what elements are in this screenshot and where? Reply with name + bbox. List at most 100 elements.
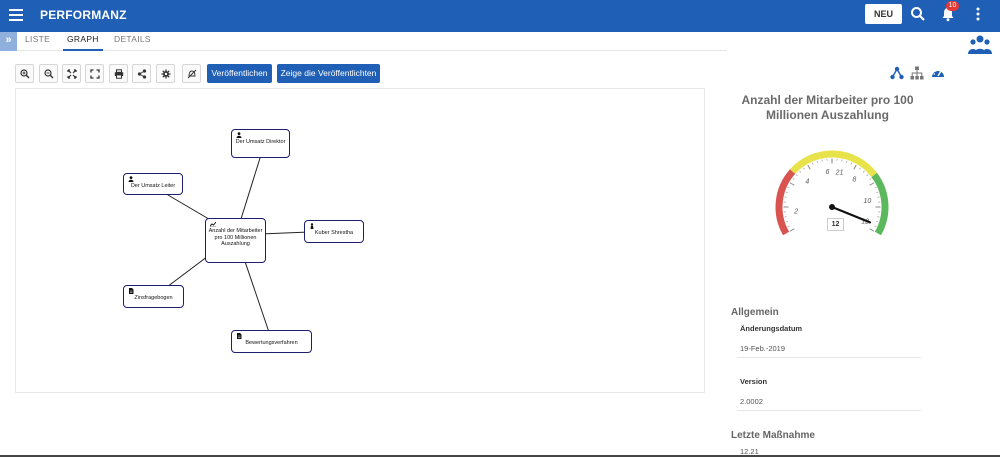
share-icon [137, 69, 147, 79]
new-button[interactable]: NEU [865, 4, 902, 24]
node-label: Anzahl der Mitarbeiter pro 100 Millionen… [208, 228, 263, 247]
hide-icon [187, 69, 197, 79]
hierarchy-view-icon[interactable] [910, 66, 924, 80]
tab-graph[interactable]: GRAPH [63, 34, 103, 51]
gauge-value: 12 [827, 218, 844, 231]
gauge-band-yellow [790, 150, 878, 178]
app-title: PERFORMANZ [40, 8, 127, 22]
gauge-tick [859, 167, 861, 170]
gauge-tick [807, 164, 811, 170]
fullscreen-icon [90, 69, 100, 79]
node-label: Der Umsatz Direktor [235, 139, 286, 145]
network-view-icon[interactable] [890, 66, 904, 80]
view-tabs: LISTE GRAPH DETAILS [17, 32, 727, 51]
gauge-tick [787, 225, 790, 228]
tab-liste[interactable]: LISTE [21, 34, 54, 48]
settings-icon [161, 69, 171, 79]
gauge-view-icon[interactable] [931, 66, 945, 80]
gauge-tick-label: 8 [852, 176, 856, 183]
fit-icon [67, 69, 77, 79]
search-icon[interactable] [910, 6, 926, 22]
gauge-tick [866, 174, 869, 177]
gauge-tick-label: 6 [826, 169, 830, 176]
gauge-tick [876, 221, 879, 223]
version-value: 2.0002 [740, 397, 763, 406]
graph-canvas[interactable]: Der Umsatz Direktor Der Umsatz Leiter An… [15, 88, 705, 393]
gauge-tick [850, 162, 853, 165]
tab-details[interactable]: DETAILS [110, 34, 155, 48]
zoom-out-icon [44, 69, 54, 79]
change-date-label: Änderungsdatum [740, 324, 803, 333]
top-bar: PERFORMANZ NEU 10 [0, 0, 1000, 32]
notification-count-badge: 10 [946, 1, 959, 11]
gauge-tick [795, 174, 798, 177]
more-vertical-icon[interactable] [970, 6, 986, 22]
kpi-gauge: 2 4 6 21 8 10 12 [775, 150, 889, 236]
gauge-tick-label: 4 [805, 178, 809, 185]
divider [737, 357, 921, 358]
show-published-button[interactable]: Zeige die Veröffentlichten [277, 64, 380, 83]
document-icon [129, 288, 134, 294]
person-icon [236, 132, 242, 138]
graph-node-kuber[interactable]: Kuber Shrestha [304, 220, 364, 243]
gauge-tick [846, 160, 848, 163]
gauge-tick [792, 178, 795, 180]
node-label: Bewertungsverfahren [245, 340, 298, 346]
gauge-band-green [871, 172, 889, 236]
person-icon [128, 176, 134, 182]
gauge-tick [816, 160, 818, 163]
gauge-tick-labels: 246 2181012 [793, 169, 871, 226]
zoom-in-icon [20, 69, 30, 79]
gauge-tick [785, 221, 788, 223]
gauge-tick [876, 191, 879, 193]
divider [737, 410, 921, 411]
graph-node-center[interactable]: Anzahl der Mitarbeiter pro 100 Millionen… [205, 218, 266, 263]
menu-icon[interactable] [9, 9, 23, 21]
version-label: Version [740, 377, 768, 386]
change-date-value: 19-Feb.-2019 [740, 344, 786, 353]
gauge-tick [874, 225, 877, 228]
gauge-tick [785, 191, 788, 193]
gauge-tick-label: 10 [863, 198, 871, 205]
print-icon [114, 69, 124, 79]
graph-node-zinsfragebogen[interactable]: Zinsfragebogen [123, 285, 184, 308]
gauge-pivot [829, 204, 835, 210]
publish-button[interactable]: Veröffentlichen [207, 64, 272, 83]
node-label: Der Umsatz Leiter [130, 183, 176, 189]
gauge-tick [803, 167, 805, 170]
gauge-tick [799, 170, 802, 173]
gauge-tick-label: 2 [793, 208, 798, 215]
general-heading: Allgemein [731, 307, 779, 318]
settings-button[interactable] [156, 64, 175, 83]
users-group-icon[interactable] [968, 34, 992, 56]
gauge-tick [853, 164, 857, 170]
document-icon [237, 333, 242, 339]
node-label: Kuber Shrestha [314, 230, 354, 236]
person-female-icon [310, 223, 314, 229]
gauge-band-red [775, 169, 796, 236]
zoom-in-button[interactable] [15, 64, 34, 83]
gauge-tick [874, 186, 877, 189]
node-label: Zinsfragebogen [134, 295, 173, 301]
last-action-heading: Letzte Maßnahme [731, 430, 815, 441]
gauge-tick-label: 21 [835, 169, 844, 176]
fullscreen-button[interactable] [85, 64, 104, 83]
gauge-tick [869, 178, 872, 180]
graph-node-bewertungsverfahren[interactable]: Bewertungsverfahren [231, 330, 312, 353]
fit-to-screen-button[interactable] [62, 64, 81, 83]
zoom-out-button[interactable] [39, 64, 58, 83]
print-button[interactable] [109, 64, 128, 83]
gauge-tick [789, 182, 795, 186]
gauge-tick [869, 228, 875, 232]
gauge-tick [869, 182, 875, 186]
gauge-tick [862, 170, 865, 173]
gauge-tick [787, 186, 790, 189]
gauge-tick [789, 228, 795, 232]
graph-node-director[interactable]: Der Umsatz Direktor [231, 129, 290, 158]
share-button[interactable] [132, 64, 151, 83]
sidebar-expand-button[interactable]: » [0, 32, 17, 51]
trend-icon [210, 221, 216, 227]
graph-node-leader[interactable]: Der Umsatz Leiter [123, 173, 183, 195]
gauge-tick [811, 162, 814, 165]
hide-connections-button[interactable] [182, 64, 201, 83]
